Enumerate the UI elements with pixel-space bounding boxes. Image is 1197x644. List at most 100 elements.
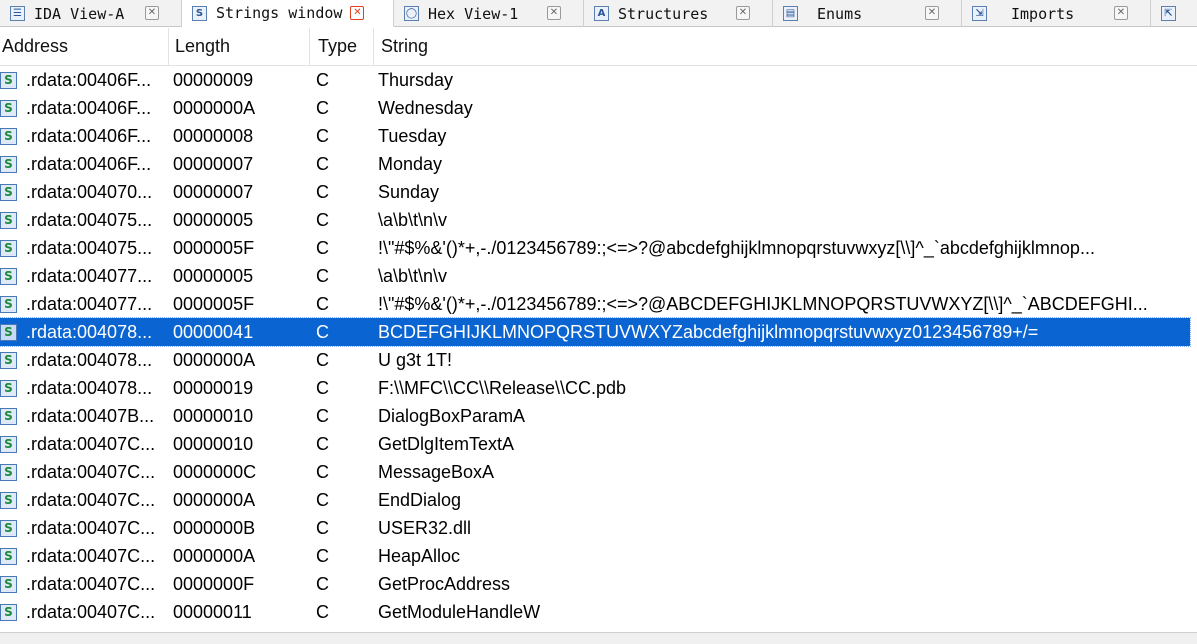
tab-label: Imports <box>1011 4 1075 23</box>
address-cell: .rdata:00407C... <box>26 574 156 594</box>
address-cell: .rdata:00406F... <box>26 126 152 146</box>
string-icon: S <box>0 576 17 593</box>
length-cell: 00000011 <box>173 602 252 622</box>
type-cell: C <box>316 322 329 342</box>
string-icon: S <box>0 72 17 89</box>
string-icon: S <box>0 352 17 369</box>
length-cell: 0000000A <box>173 490 256 510</box>
tab-label: Hex View-1 <box>428 4 519 23</box>
status-strip <box>0 632 1197 644</box>
exports-icon: ⇱ <box>1161 6 1176 21</box>
imports-icon: ⇲ <box>972 6 987 21</box>
table-row[interactable]: S .rdata:00407C... 0000000C C MessageBoxA <box>0 458 1190 486</box>
table-row[interactable]: S .rdata:004077... 0000005F C !\"#$%&'()*+,… <box>0 290 1190 318</box>
string-icon: S <box>0 240 17 257</box>
table-row[interactable]: S .rdata:00407C... 0000000B C USER32.dll <box>0 514 1190 542</box>
address-cell: .rdata:004077... <box>26 294 153 314</box>
column-type[interactable]: Type <box>310 28 374 65</box>
tab-exports[interactable]: ⇱ <box>1151 0 1197 27</box>
string-icon: S <box>0 464 17 481</box>
string-cell: EndDialog <box>378 490 462 510</box>
length-cell: 0000000B <box>173 518 256 538</box>
table-row[interactable]: S .rdata:00407C... 0000000A C EndDialog <box>0 486 1190 514</box>
type-cell: C <box>316 490 329 510</box>
close-icon[interactable]: ✕ <box>350 6 365 20</box>
length-cell: 00000009 <box>173 70 254 90</box>
string-icon: S <box>0 212 17 229</box>
column-header: Address Length Type String <box>0 28 1197 66</box>
structures-icon: A <box>594 6 609 21</box>
type-cell: C <box>316 602 329 622</box>
table-row[interactable]: S .rdata:004075... 0000005F C !\"#$%&'()*+,… <box>0 234 1190 262</box>
string-icon: S <box>0 408 17 425</box>
table-row[interactable]: S .rdata:004078... 00000019 C F:\\MFC\\CC\\R… <box>0 374 1190 402</box>
length-cell: 00000010 <box>173 406 254 426</box>
table-row[interactable]: S .rdata:00407B... 00000010 C DialogBoxParam… <box>0 402 1190 430</box>
string-icon: S <box>0 324 17 341</box>
table-row[interactable]: S .rdata:004070... 00000007 C Sunday <box>0 178 1190 206</box>
string-icon: S <box>0 492 17 509</box>
tab-imports[interactable]: ⇲ Imports ✕ <box>962 0 1151 27</box>
table-row[interactable]: S .rdata:00407C... 00000010 C GetDlgItemText… <box>0 430 1190 458</box>
type-cell: C <box>316 182 329 202</box>
tab-structures[interactable]: A Structures ✕ <box>584 0 773 27</box>
string-cell: GetDlgItemTextA <box>378 434 515 454</box>
type-cell: C <box>316 238 329 258</box>
address-cell: .rdata:004077... <box>26 266 153 286</box>
address-cell: .rdata:00407C... <box>26 490 156 510</box>
table-row[interactable]: S .rdata:00407C... 0000000F C GetProcAddress <box>0 570 1190 598</box>
string-cell: Sunday <box>378 182 440 202</box>
table-row[interactable]: S .rdata:00406F... 00000009 C Thursday <box>0 66 1190 94</box>
enums-icon: ▤ <box>783 6 798 21</box>
table-row[interactable]: S .rdata:004075... 00000005 C \a\b\t\n\v <box>0 206 1190 234</box>
type-cell: C <box>316 266 329 286</box>
table-row[interactable]: S .rdata:00407C... 0000000A C HeapAlloc <box>0 542 1190 570</box>
close-icon[interactable]: ✕ <box>925 6 939 20</box>
close-icon[interactable]: ✕ <box>145 6 159 20</box>
strings-icon: S <box>192 5 207 21</box>
strings-table: S .rdata:00406F... 00000009 C Thursday S .rdat… <box>0 66 1197 632</box>
tab-ida-view-a[interactable]: ☰ IDA View-A ✕ <box>0 0 182 27</box>
length-cell: 00000005 <box>173 266 254 286</box>
type-cell: C <box>316 434 329 454</box>
tab-bar: ☰ IDA View-A ✕ S Strings window ✕ ◯ Hex … <box>0 0 1197 27</box>
table-row[interactable]: S .rdata:004078... 0000000A C U g3t 1T! <box>0 346 1190 374</box>
tab-label: IDA View-A <box>34 4 125 23</box>
type-cell: C <box>316 546 329 566</box>
table-row[interactable]: S .rdata:00406F... 0000000A C Wednesday <box>0 94 1190 122</box>
length-cell: 0000000C <box>173 462 257 482</box>
string-icon: S <box>0 520 17 537</box>
type-cell: C <box>316 462 329 482</box>
tab-hex-view-1[interactable]: ◯ Hex View-1 ✕ <box>394 0 584 27</box>
address-cell: .rdata:00407B... <box>26 406 155 426</box>
address-cell: .rdata:004078... <box>26 378 153 398</box>
type-cell: C <box>316 518 329 538</box>
length-cell: 0000000A <box>173 546 256 566</box>
length-cell: 00000007 <box>173 182 254 202</box>
table-row[interactable]: S .rdata:00407C... 00000011 C GetModuleHandl… <box>0 598 1190 626</box>
tab-strings-window[interactable]: S Strings window ✕ <box>182 0 394 27</box>
type-cell: C <box>316 294 329 314</box>
length-cell: 0000005F <box>173 294 255 314</box>
address-cell: .rdata:00407C... <box>26 434 156 454</box>
close-icon[interactable]: ✕ <box>736 6 750 20</box>
string-cell: HeapAlloc <box>378 546 461 566</box>
column-string[interactable]: String <box>374 28 1197 65</box>
type-cell: C <box>316 350 329 370</box>
table-row[interactable]: S .rdata:00406F... 00000007 C Monday <box>0 150 1190 178</box>
table-row[interactable]: S .rdata:00406F... 00000008 C Tuesday <box>0 122 1190 150</box>
column-address[interactable]: Address <box>0 28 169 65</box>
address-cell: .rdata:00406F... <box>26 98 152 118</box>
tab-enums[interactable]: ▤ Enums ✕ <box>773 0 962 27</box>
string-cell: F:\\MFC\\CC\\Release\\CC.pdb <box>378 378 627 398</box>
address-cell: .rdata:00406F... <box>26 154 152 174</box>
close-icon[interactable]: ✕ <box>1114 6 1128 20</box>
type-cell: C <box>316 126 329 146</box>
length-cell: 0000000A <box>173 350 256 370</box>
close-icon[interactable]: ✕ <box>547 6 561 20</box>
string-cell: GetModuleHandleW <box>378 602 541 622</box>
string-cell: Wednesday <box>378 98 473 118</box>
table-row[interactable]: S .rdata:004078... 00000041 C BCDEFGHIJKLMNO… <box>0 317 1191 347</box>
table-row[interactable]: S .rdata:004077... 00000005 C \a\b\t\n\v <box>0 262 1190 290</box>
column-length[interactable]: Length <box>169 28 310 65</box>
